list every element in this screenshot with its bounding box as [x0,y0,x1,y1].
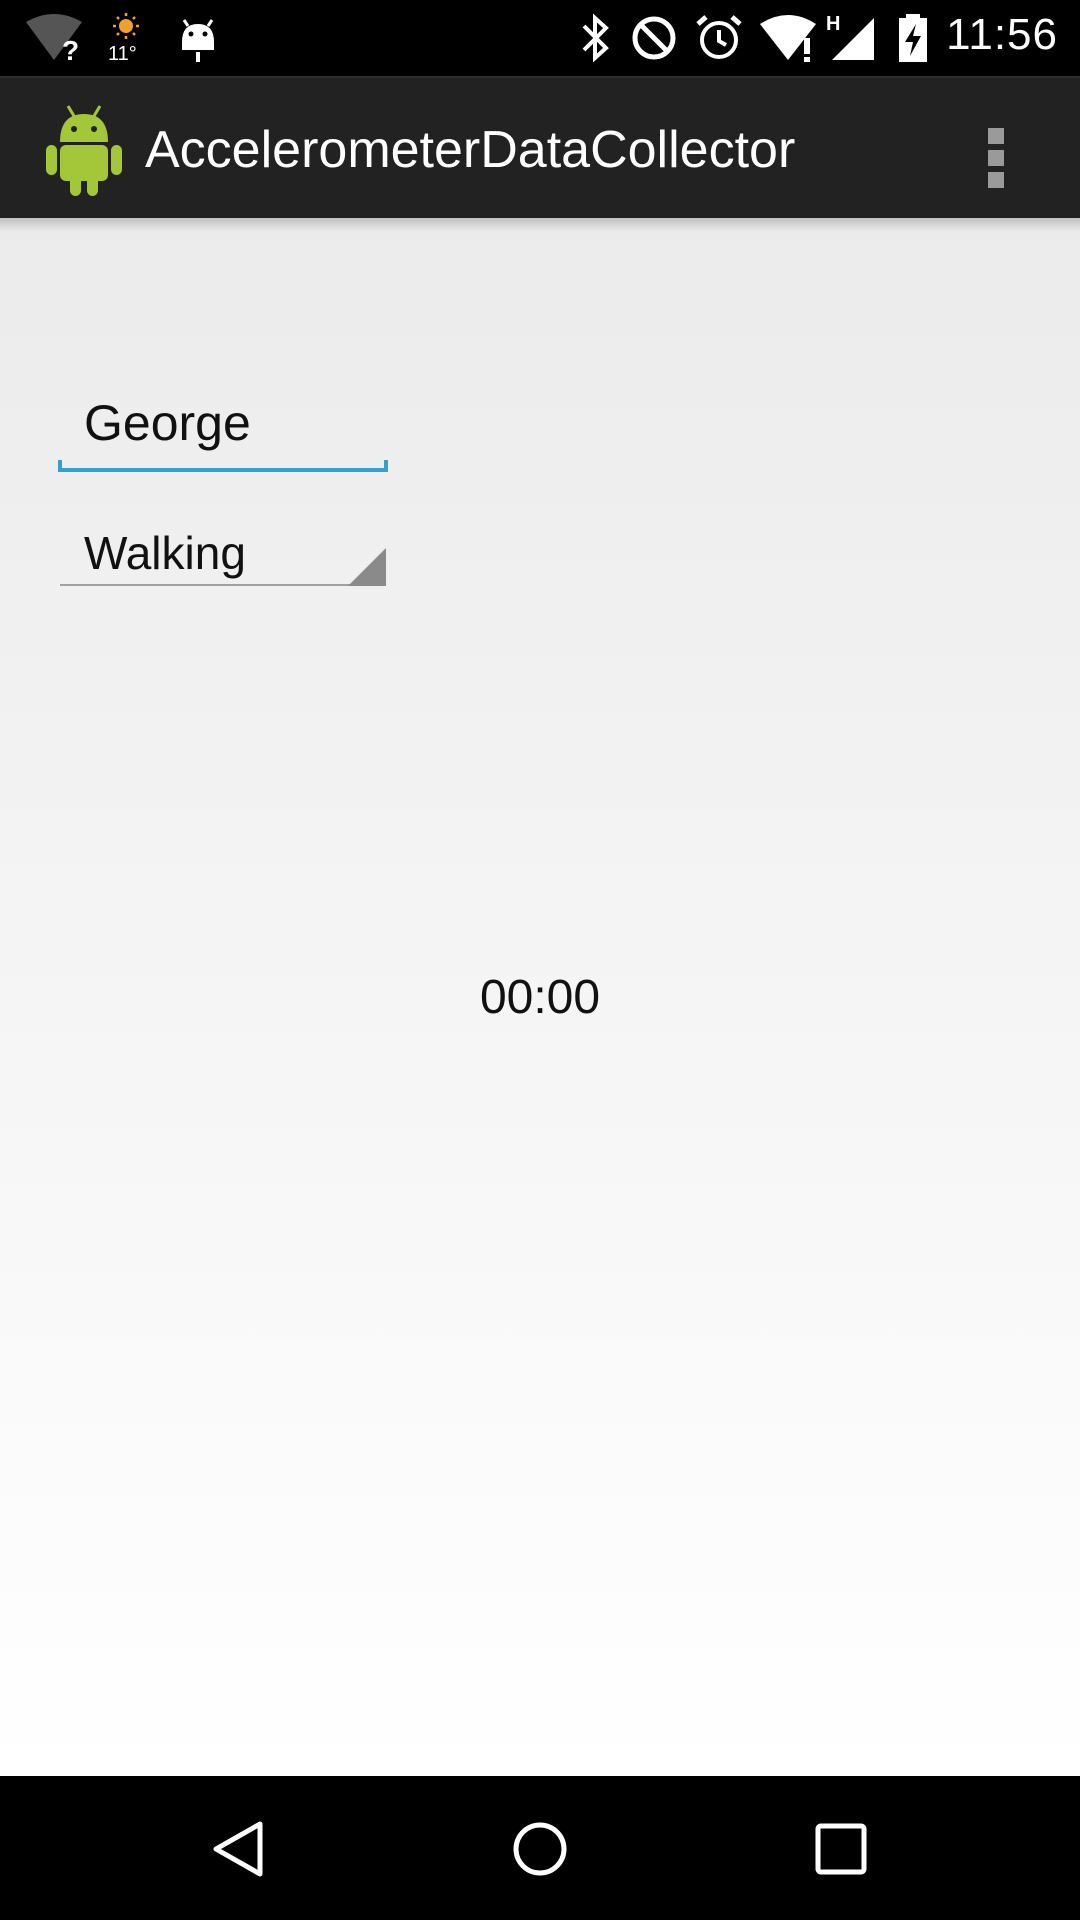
home-icon[interactable] [507,1816,573,1882]
navigation-bar [0,1776,1080,1920]
app-title: AccelerometerDataCollector [145,121,796,179]
alarm-icon [696,15,742,59]
action-bar-shadow [0,218,1080,232]
activity-spinner[interactable]: Walking [58,508,388,598]
svg-text:?: ? [62,35,79,64]
android-app-icon [46,105,122,196]
svg-text:H: H [826,13,840,35]
temperature-text: 11° [108,43,137,64]
do-not-disturb-icon [632,16,676,60]
battery-charging-icon [899,14,927,62]
signal-h-icon: H [826,13,874,60]
wifi-icon [760,15,816,62]
clock-text: 11:56 [946,10,1058,59]
activity-spinner-value: Walking [84,527,246,579]
main-content: George Walking 00:00 [0,218,1080,1776]
back-icon[interactable] [206,1816,272,1882]
overflow-menu-button[interactable] [970,114,1022,188]
timer-text: 00:00 [479,971,601,1024]
name-input-underline [58,460,388,472]
name-input-value: George [84,395,251,451]
android-debug-icon [182,19,214,62]
recents-icon[interactable] [808,1816,874,1882]
action-bar: AccelerometerDataCollector [0,76,1080,218]
name-input[interactable]: George [58,388,388,472]
spinner-underline [60,584,386,586]
wifi-unknown-icon: ? [26,14,82,64]
status-bar: ? 11° H 11:56 [0,0,1080,76]
weather-sun-icon: 11° [108,13,139,64]
bluetooth-icon [582,13,609,63]
spinner-dropdown-icon [348,548,386,586]
